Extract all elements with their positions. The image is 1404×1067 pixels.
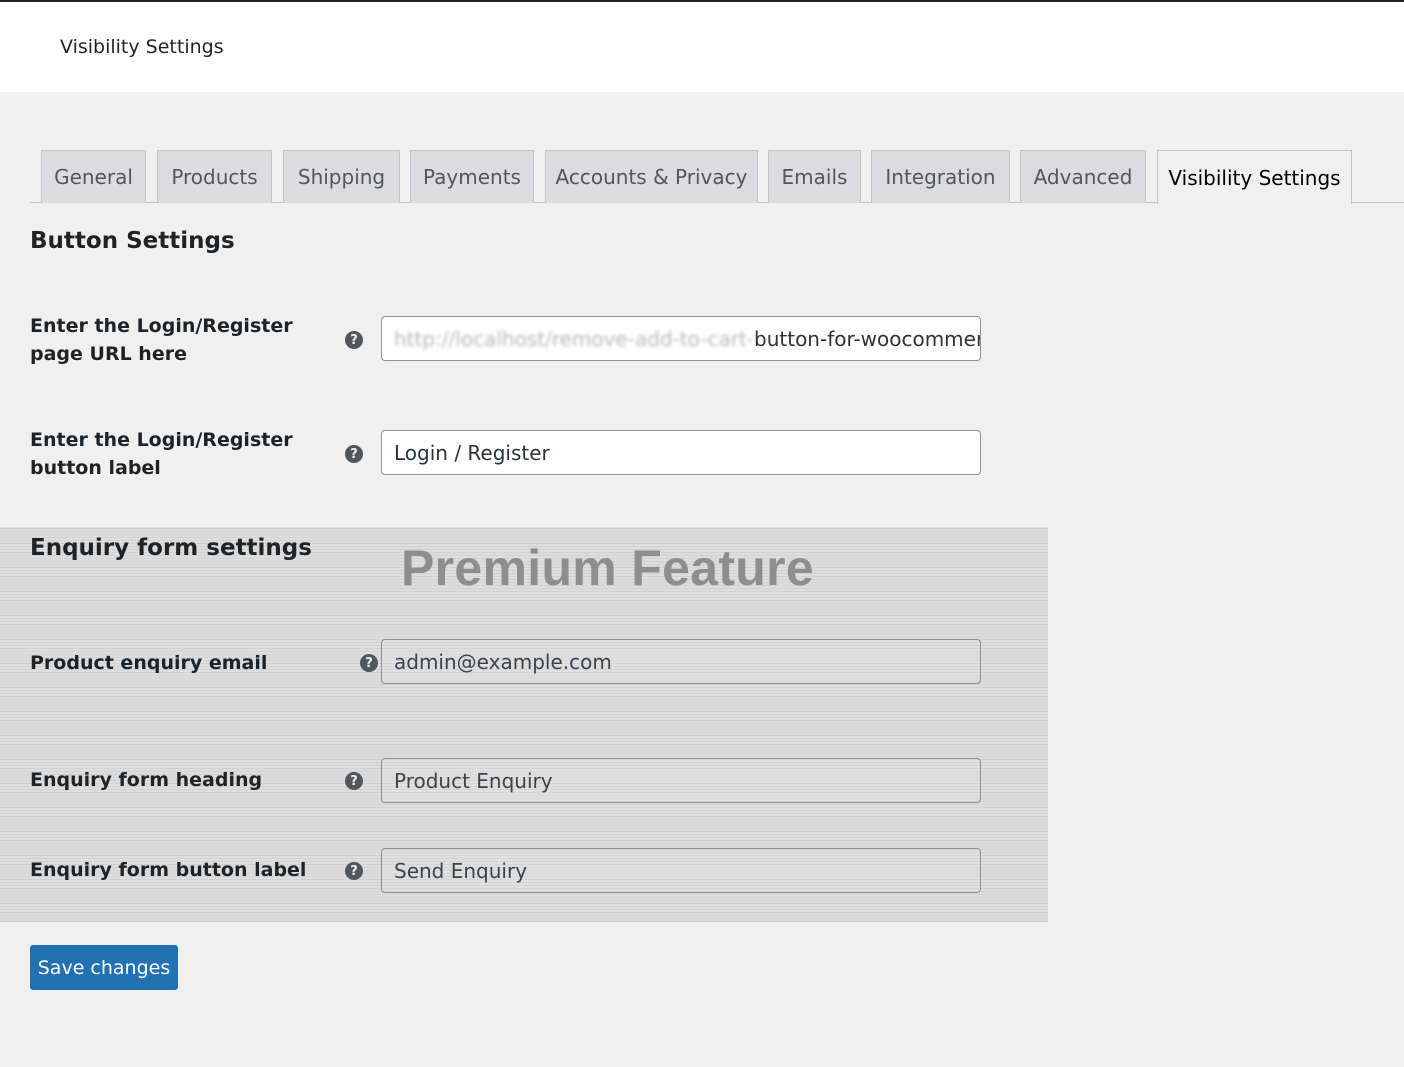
help-icon[interactable]: ? [345, 862, 363, 880]
premium-feature-watermark: Premium Feature [401, 540, 814, 596]
tab-emails[interactable]: Emails [768, 150, 861, 203]
login-label-input[interactable]: Login / Register [381, 430, 981, 475]
save-changes-button[interactable]: Save changes [30, 945, 178, 990]
help-icon[interactable]: ? [360, 654, 378, 672]
tab-integration[interactable]: Integration [871, 150, 1010, 203]
tab-advanced[interactable]: Advanced [1020, 150, 1146, 203]
settings-tabs: General Products Shipping Payments Accou… [30, 150, 1404, 204]
login-url-blurred-text: http://localhost/remove-add-to-cart- [394, 326, 755, 351]
tab-accounts-privacy[interactable]: Accounts & Privacy [545, 150, 758, 203]
page-header: Visibility Settings [0, 2, 1404, 92]
page-title: Visibility Settings [60, 36, 224, 58]
tab-shipping[interactable]: Shipping [283, 150, 400, 203]
tab-products[interactable]: Products [157, 150, 272, 203]
tab-visibility-settings[interactable]: Visibility Settings [1157, 150, 1352, 204]
enquiry-button-label-input[interactable]: Send Enquiry [381, 848, 981, 893]
tab-general[interactable]: General [41, 150, 146, 203]
button-settings-heading: Button Settings [30, 228, 235, 254]
enquiry-email-input[interactable]: admin@example.com [381, 639, 981, 684]
help-icon[interactable]: ? [345, 445, 363, 463]
login-url-visible-text: button-for-woocommerce [754, 326, 980, 351]
login-label-label: Enter the Login/Register button label [30, 429, 293, 479]
help-icon[interactable]: ? [345, 331, 363, 349]
help-icon[interactable]: ? [345, 772, 363, 790]
enquiry-email-label: Product enquiry email [30, 652, 268, 674]
enquiry-button-label-label: Enquiry form button label [30, 859, 307, 881]
tab-payments[interactable]: Payments [410, 150, 534, 203]
enquiry-settings-heading: Enquiry form settings [30, 535, 312, 561]
enquiry-heading-label: Enquiry form heading [30, 769, 263, 791]
login-url-input[interactable]: http://localhost/remove-add-to-cart-butt… [381, 316, 981, 361]
login-url-label: Enter the Login/Register page URL here [30, 315, 293, 365]
enquiry-heading-input[interactable]: Product Enquiry [381, 758, 981, 803]
